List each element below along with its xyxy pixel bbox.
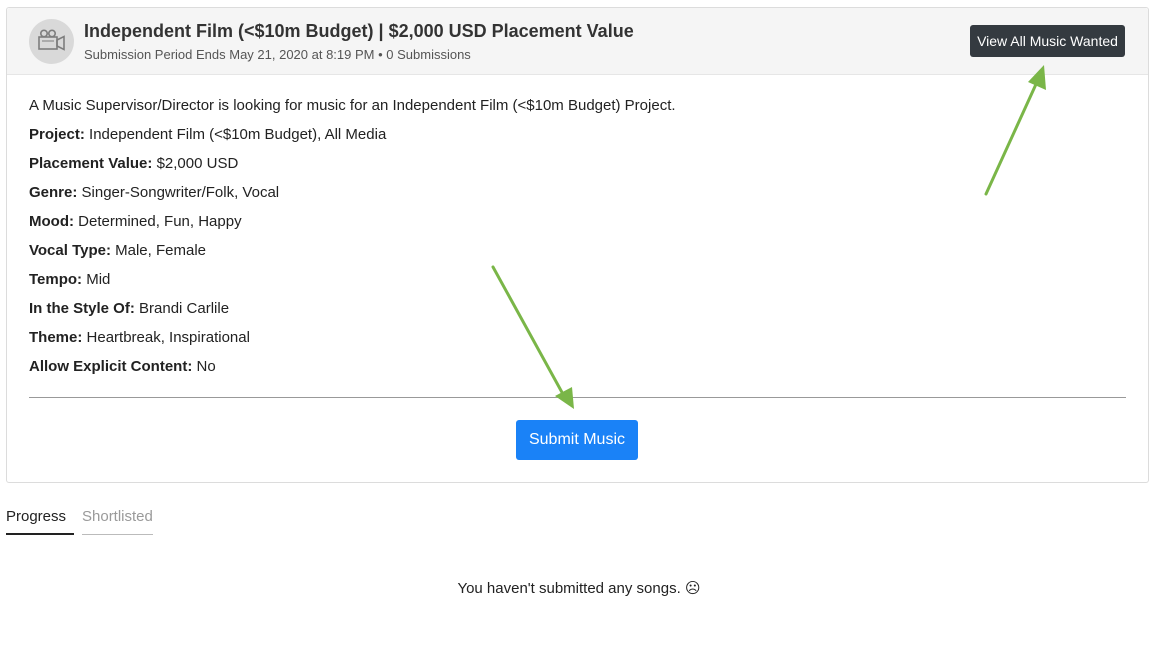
field-genre: Genre: Singer-Songwriter/Folk, Vocal — [29, 184, 279, 201]
tab-progress[interactable]: Progress — [6, 508, 75, 535]
field-value: Independent Film (<$10m Budget), All Med… — [89, 126, 387, 143]
field-label: In the Style Of: — [29, 300, 135, 317]
field-vocal-type: Vocal Type: Male, Female — [29, 242, 206, 259]
field-value: Mid — [86, 271, 111, 288]
field-value: Brandi Carlile — [139, 300, 230, 317]
field-label: Vocal Type: — [29, 242, 111, 259]
field-label: Placement Value: — [29, 155, 153, 172]
card-header: Independent Film (<$10m Budget) | $2,000… — [7, 8, 1148, 75]
avatar — [29, 19, 74, 64]
field-value: Male, Female — [115, 242, 207, 259]
field-label: Mood: — [29, 213, 74, 230]
view-all-music-wanted-button[interactable]: View All Music Wanted — [970, 25, 1125, 57]
field-project: Project: Independent Film (<$10m Budget)… — [29, 126, 386, 143]
field-tempo: Tempo: Mid — [29, 271, 110, 288]
field-value: Singer-Songwriter/Folk, Vocal — [81, 184, 280, 201]
field-value: No — [196, 358, 216, 375]
field-explicit-content: Allow Explicit Content: No — [29, 358, 216, 375]
film-camera-icon — [38, 29, 65, 51]
field-theme: Theme: Heartbreak, Inspirational — [29, 329, 250, 346]
listing-subtitle: Submission Period Ends May 21, 2020 at 8… — [84, 47, 471, 62]
tab-shortlisted[interactable]: Shortlisted — [82, 508, 153, 535]
submit-music-button[interactable]: Submit Music — [516, 420, 638, 460]
music-wanted-card: Independent Film (<$10m Budget) | $2,000… — [6, 7, 1149, 483]
field-value: $2,000 USD — [156, 155, 239, 172]
field-label: Genre: — [29, 184, 78, 201]
field-value: Determined, Fun, Happy — [78, 213, 242, 230]
field-label: Project: — [29, 126, 85, 143]
listing-title: Independent Film (<$10m Budget) | $2,000… — [84, 21, 634, 41]
field-mood: Mood: Determined, Fun, Happy — [29, 213, 242, 230]
empty-state-message: You haven't submitted any songs. ☹ — [457, 580, 701, 597]
field-label: Tempo: — [29, 271, 83, 288]
field-label: Theme: — [29, 329, 83, 346]
field-label: Allow Explicit Content: — [29, 358, 193, 375]
field-style-of: In the Style Of: Brandi Carlile — [29, 300, 229, 317]
divider — [29, 397, 1126, 398]
field-placement-value: Placement Value: $2,000 USD — [29, 155, 238, 172]
field-value: Heartbreak, Inspirational — [86, 329, 250, 346]
listing-intro: A Music Supervisor/Director is looking f… — [29, 97, 676, 114]
